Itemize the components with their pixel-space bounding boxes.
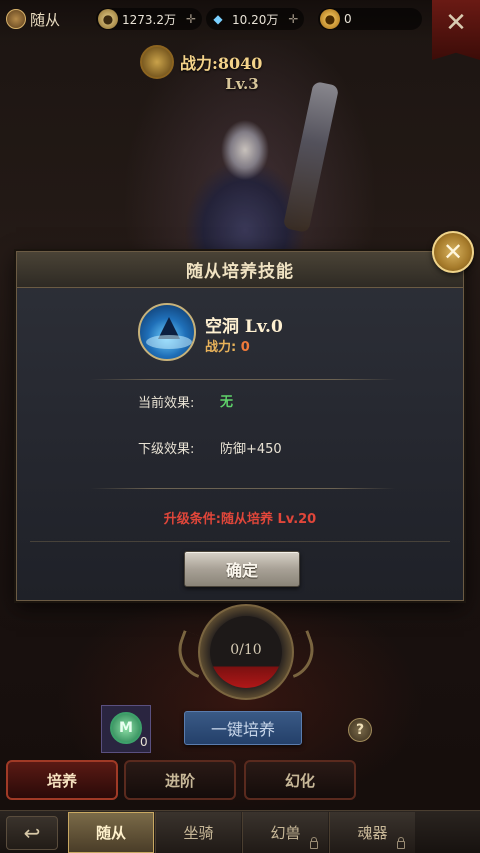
nav-tab-label: 幻兽 (270, 824, 301, 842)
power-crest-icon (140, 45, 174, 79)
divider (90, 379, 396, 380)
nav-tab-soul[interactable]: 魂器 (329, 812, 415, 853)
next-effect-value: 防御+450 (220, 442, 282, 457)
combat-power: 战力:8040 (140, 45, 340, 79)
dialog-header: 随从培养技能 (17, 252, 463, 288)
skill-name: 空洞 Lv.0 (205, 317, 283, 337)
skill-icon-wave (146, 335, 192, 349)
skill-power-value: 0 (240, 340, 250, 355)
subtab-transform[interactable]: 幻化 (244, 760, 356, 800)
nav-tab-label: 坐骑 (183, 824, 214, 842)
add-silver-icon[interactable]: ✛ (186, 12, 196, 26)
dialog-close-button[interactable]: ✕ (432, 231, 474, 273)
skill-icon (138, 303, 196, 361)
confirm-button-label: 确定 (225, 561, 258, 580)
close-icon: ✕ (442, 238, 464, 266)
nav-tab-label: 魂器 (357, 824, 388, 842)
companion-emblem-icon (6, 9, 26, 29)
nav-tab-label: 随从 (95, 824, 126, 842)
silver-value: 1273.2万 (122, 12, 176, 27)
help-icon: ? (355, 722, 365, 738)
back-button[interactable]: ↩ (6, 816, 58, 850)
subtab-label: 进阶 (164, 771, 195, 790)
companion-level: Lv.3 (225, 75, 259, 93)
close-page-button[interactable]: ✕ (432, 0, 480, 60)
silver-resource[interactable]: ● 1273.2万 ✛ (96, 8, 203, 30)
page-title: 随从 (2, 5, 80, 33)
help-button[interactable]: ? (348, 718, 372, 742)
add-diamond-icon[interactable]: ✛ (288, 12, 298, 26)
subtab-label: 幻化 (284, 771, 315, 790)
next-effect-label: 下级效果: (138, 442, 195, 457)
back-arrow-icon: ↩ (23, 821, 41, 845)
divider (30, 541, 450, 542)
page-title-text: 随从 (30, 10, 61, 29)
current-effect-value: 无 (220, 395, 234, 410)
one-key-train-label: 一键培养 (210, 720, 275, 739)
close-icon: ✕ (445, 8, 467, 38)
diamond-resource[interactable]: ◆ 10.20万 ✛ (206, 8, 305, 30)
subtab-train[interactable]: 培养 (6, 760, 118, 800)
nav-tab-beast[interactable]: 幻兽 (242, 812, 328, 853)
current-effect-label: 当前效果: (138, 396, 195, 411)
upgrade-condition: 升级条件:随从培养 Lv.20 (163, 512, 317, 527)
combat-power-text: 战力:8040 (180, 54, 263, 73)
dialog-title: 随从培养技能 (186, 262, 294, 282)
gold-value: 0 (344, 12, 352, 26)
skill-power-label: 战力: (205, 340, 237, 355)
one-key-train-button[interactable]: 一键培养 (184, 711, 302, 745)
skill-dialog: 随从培养技能 (16, 251, 464, 601)
subtab-label: 培养 (46, 771, 77, 790)
silver-coin-icon: ● (98, 9, 118, 29)
diamond-icon: ◆ (213, 12, 223, 26)
gold-ingot-icon: ● (320, 9, 340, 29)
item-count: 0 (140, 735, 148, 749)
nav-tab-companion[interactable]: 随从 (68, 812, 154, 853)
diamond-value: 10.20万 (232, 12, 279, 27)
divider (90, 488, 396, 489)
subtab-advance[interactable]: 进阶 (124, 760, 236, 800)
lock-icon (397, 837, 405, 849)
skill-power: 战力: 0 (205, 336, 250, 355)
training-progress-orb: 0/10 (170, 602, 322, 702)
training-gem-icon: M (110, 712, 142, 744)
confirm-button[interactable]: 确定 (184, 551, 300, 587)
nav-tab-mount[interactable]: 坐骑 (155, 812, 241, 853)
top-bar: 随从 ● 1273.2万 ✛ ◆ 10.20万 ✛ ● 0 (0, 0, 480, 40)
progress-text: 0/10 (230, 642, 262, 658)
lock-icon (310, 837, 318, 849)
gold-resource[interactable]: ● 0 (318, 8, 422, 30)
